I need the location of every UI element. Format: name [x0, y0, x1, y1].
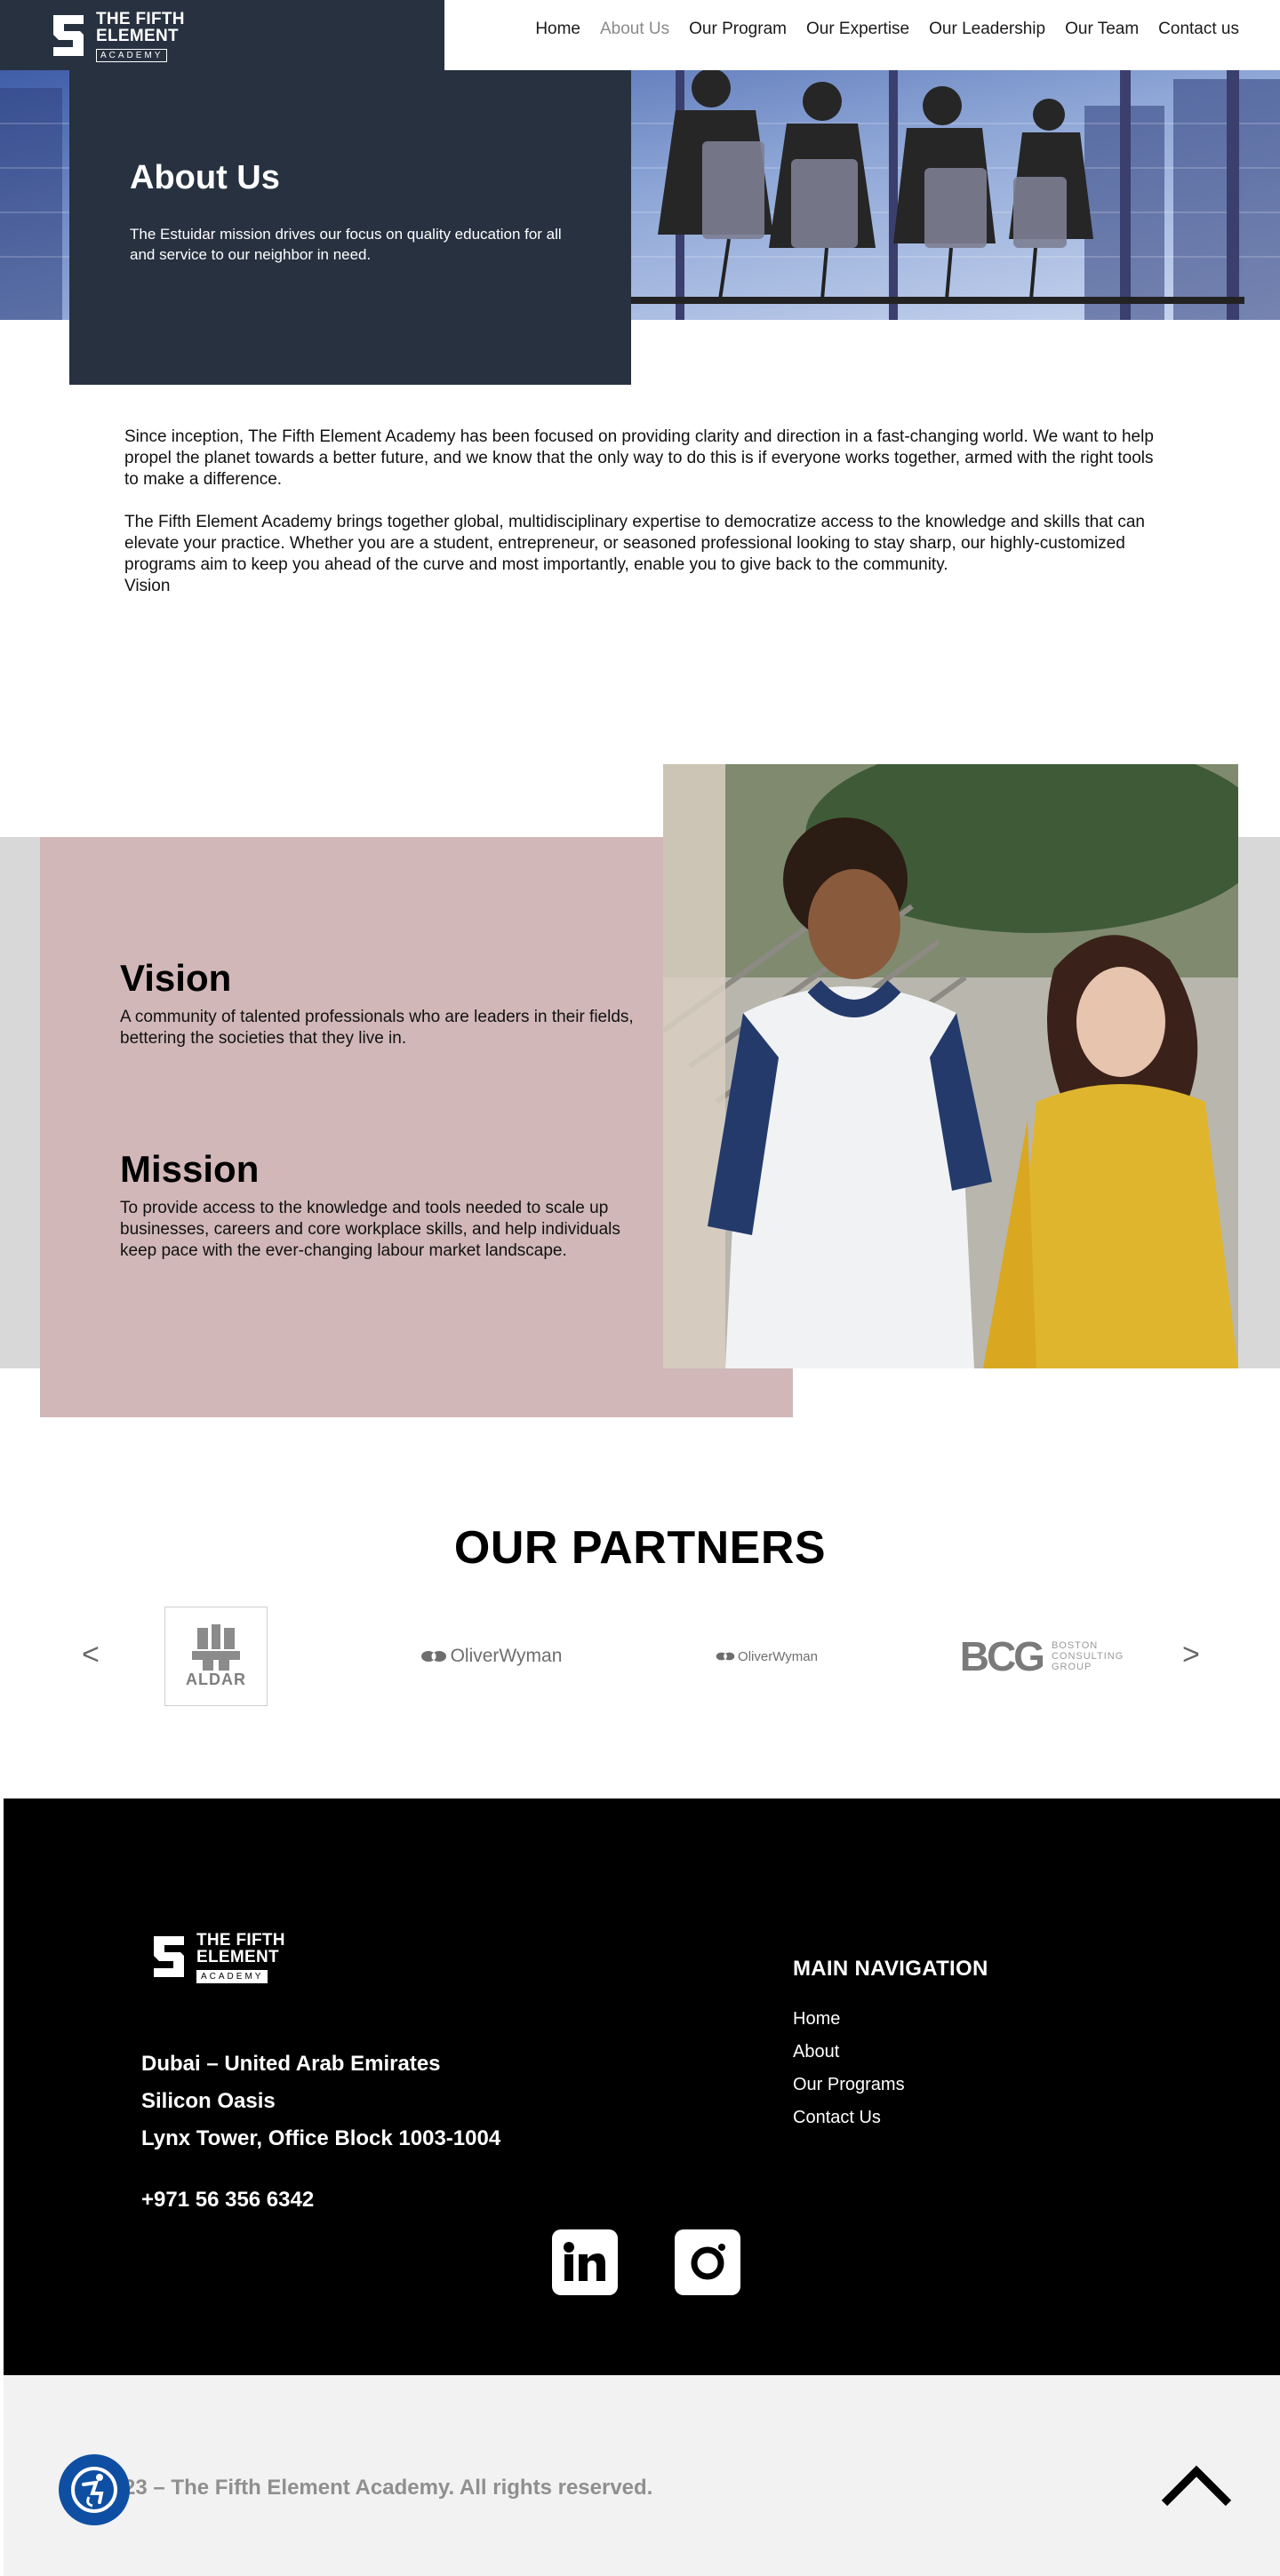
bcg-sub-3: GROUP: [1051, 1662, 1092, 1672]
footer-nav-contact[interactable]: Contact Us: [793, 2101, 905, 2134]
mission-block: Mission To provide access to the knowled…: [120, 1148, 636, 1262]
partner-logo-aldar[interactable]: ALDAR: [164, 1607, 268, 1706]
linkedin-glyph: [564, 2242, 605, 2281]
address-line-3: Lynx Tower, Office Block 1003-1004: [141, 2126, 501, 2150]
nav-our-program[interactable]: Our Program: [689, 20, 787, 39]
aldar-icon: [192, 1623, 240, 1671]
footer-phone[interactable]: +971 56 356 6342: [141, 2188, 314, 2213]
logo-line1: THE FIFTH: [96, 10, 185, 28]
site-footer: THE FIFTH ELEMENT ACADEMY Dubai – United…: [4, 1798, 1280, 2375]
instagram-glyph: [691, 2244, 725, 2280]
main-nav: Home About Us Our Program Our Expertise …: [535, 20, 1239, 39]
site-logo[interactable]: THE FIFTH ELEMENT ACADEMY: [50, 11, 185, 62]
mission-text: To provide access to the knowledge and t…: [120, 1199, 620, 1260]
mission-title: Mission: [120, 1148, 260, 1190]
scroll-to-top-icon[interactable]: [1159, 2464, 1234, 2508]
footer-logo-line2: ELEMENT: [196, 1948, 279, 1966]
intro-text: Since inception, The Fifth Element Acade…: [124, 427, 1156, 597]
aldar-logo-mark: ALDAR: [185, 1623, 247, 1689]
header-logo-panel: THE FIFTH ELEMENT ACADEMY: [0, 0, 444, 71]
students-image: [663, 764, 1238, 1368]
nav-our-team[interactable]: Our Team: [1065, 20, 1139, 39]
intro-paragraph-1: Since inception, The Fifth Element Acade…: [124, 427, 1154, 489]
hero-subtitle: The Estuidar mission drives our focus on…: [130, 226, 562, 263]
logo-wordmark: THE FIFTH ELEMENT ACADEMY: [96, 11, 185, 62]
nav-contact-us[interactable]: Contact us: [1158, 20, 1239, 39]
copyright-bar: © 2023 – The Fifth Element Academy. All …: [4, 2375, 1280, 2576]
oliverwyman-icon: [420, 1651, 446, 1662]
footer-logo-line1: THE FIFTH: [196, 1931, 285, 1950]
address-line-2: Silicon Oasis: [141, 2089, 276, 2113]
nav-home[interactable]: Home: [535, 20, 580, 39]
footer-logo[interactable]: THE FIFTH ELEMENT ACADEMY: [150, 1932, 285, 1983]
nav-our-leadership[interactable]: Our Leadership: [929, 20, 1045, 39]
partner-logo-bcg[interactable]: BCG BOSTON CONSULTING GROUP: [953, 1607, 1131, 1706]
footer-logo-wordmark: THE FIFTH ELEMENT ACADEMY: [196, 1932, 285, 1983]
logo-sub: ACADEMY: [96, 49, 168, 62]
accessibility-button[interactable]: [59, 2454, 130, 2525]
footer-nav-about[interactable]: About: [793, 2036, 905, 2069]
students-photo: [663, 764, 1238, 1368]
partners-title: OUR PARTNERS: [453, 1522, 827, 1574]
hero-card: About Us The Estuidar mission drives our…: [69, 70, 631, 385]
logo-mark-icon: [53, 15, 84, 56]
logo-mark-icon: [154, 1936, 184, 1977]
oliverwyman-name: OliverWyman: [450, 1646, 563, 1666]
bcg-sub-1: BOSTON: [1051, 1640, 1099, 1651]
bcg-name: BCG: [959, 1633, 1045, 1679]
carousel-next-button[interactable]: >: [1182, 1639, 1200, 1670]
accessibility-icon: [71, 2467, 117, 2513]
intro-paragraph-2: The Fifth Element Academy brings togethe…: [124, 513, 1145, 574]
instagram-icon[interactable]: [675, 2229, 740, 2295]
partner-logo-oliverwyman[interactable]: OliverWyman: [413, 1607, 569, 1706]
carousel-prev-button[interactable]: <: [82, 1639, 100, 1670]
nav-about-us[interactable]: About Us: [600, 20, 669, 39]
footer-nav-programs[interactable]: Our Programs: [793, 2069, 905, 2101]
vision-block: Vision A community of talented professio…: [120, 957, 636, 1049]
vision-text: A community of talented professionals wh…: [120, 1008, 634, 1048]
copyright-text: © 2023 – The Fifth Element Academy. All …: [78, 2476, 653, 2500]
linkedin-icon[interactable]: [552, 2229, 618, 2295]
footer-nav: Home About Our Programs Contact Us: [793, 2003, 905, 2134]
footer-address: Dubai – United Arab Emirates Silicon Oas…: [141, 2046, 500, 2157]
nav-our-expertise[interactable]: Our Expertise: [806, 20, 909, 39]
vision-title: Vision: [120, 957, 232, 999]
oliverwyman-name: OliverWyman: [738, 1648, 818, 1664]
intro-paragraph-3: Vision: [124, 577, 171, 595]
footer-nav-home[interactable]: Home: [793, 2003, 905, 2036]
partner-logo-oliverwyman-2[interactable]: OliverWyman: [707, 1607, 827, 1706]
logo-line2: ELEMENT: [96, 27, 179, 45]
footer-nav-title: MAIN NAVIGATION: [793, 1957, 988, 1981]
aldar-name: ALDAR: [186, 1670, 246, 1688]
oliverwyman-icon: [716, 1652, 735, 1661]
page-title: About Us: [130, 159, 280, 196]
address-line-1: Dubai – United Arab Emirates: [141, 2052, 441, 2076]
footer-logo-sub: ACADEMY: [196, 1970, 268, 1983]
bcg-sub-2: CONSULTING: [1051, 1651, 1124, 1662]
bcg-subtitle: BOSTON CONSULTING GROUP: [1052, 1640, 1124, 1672]
